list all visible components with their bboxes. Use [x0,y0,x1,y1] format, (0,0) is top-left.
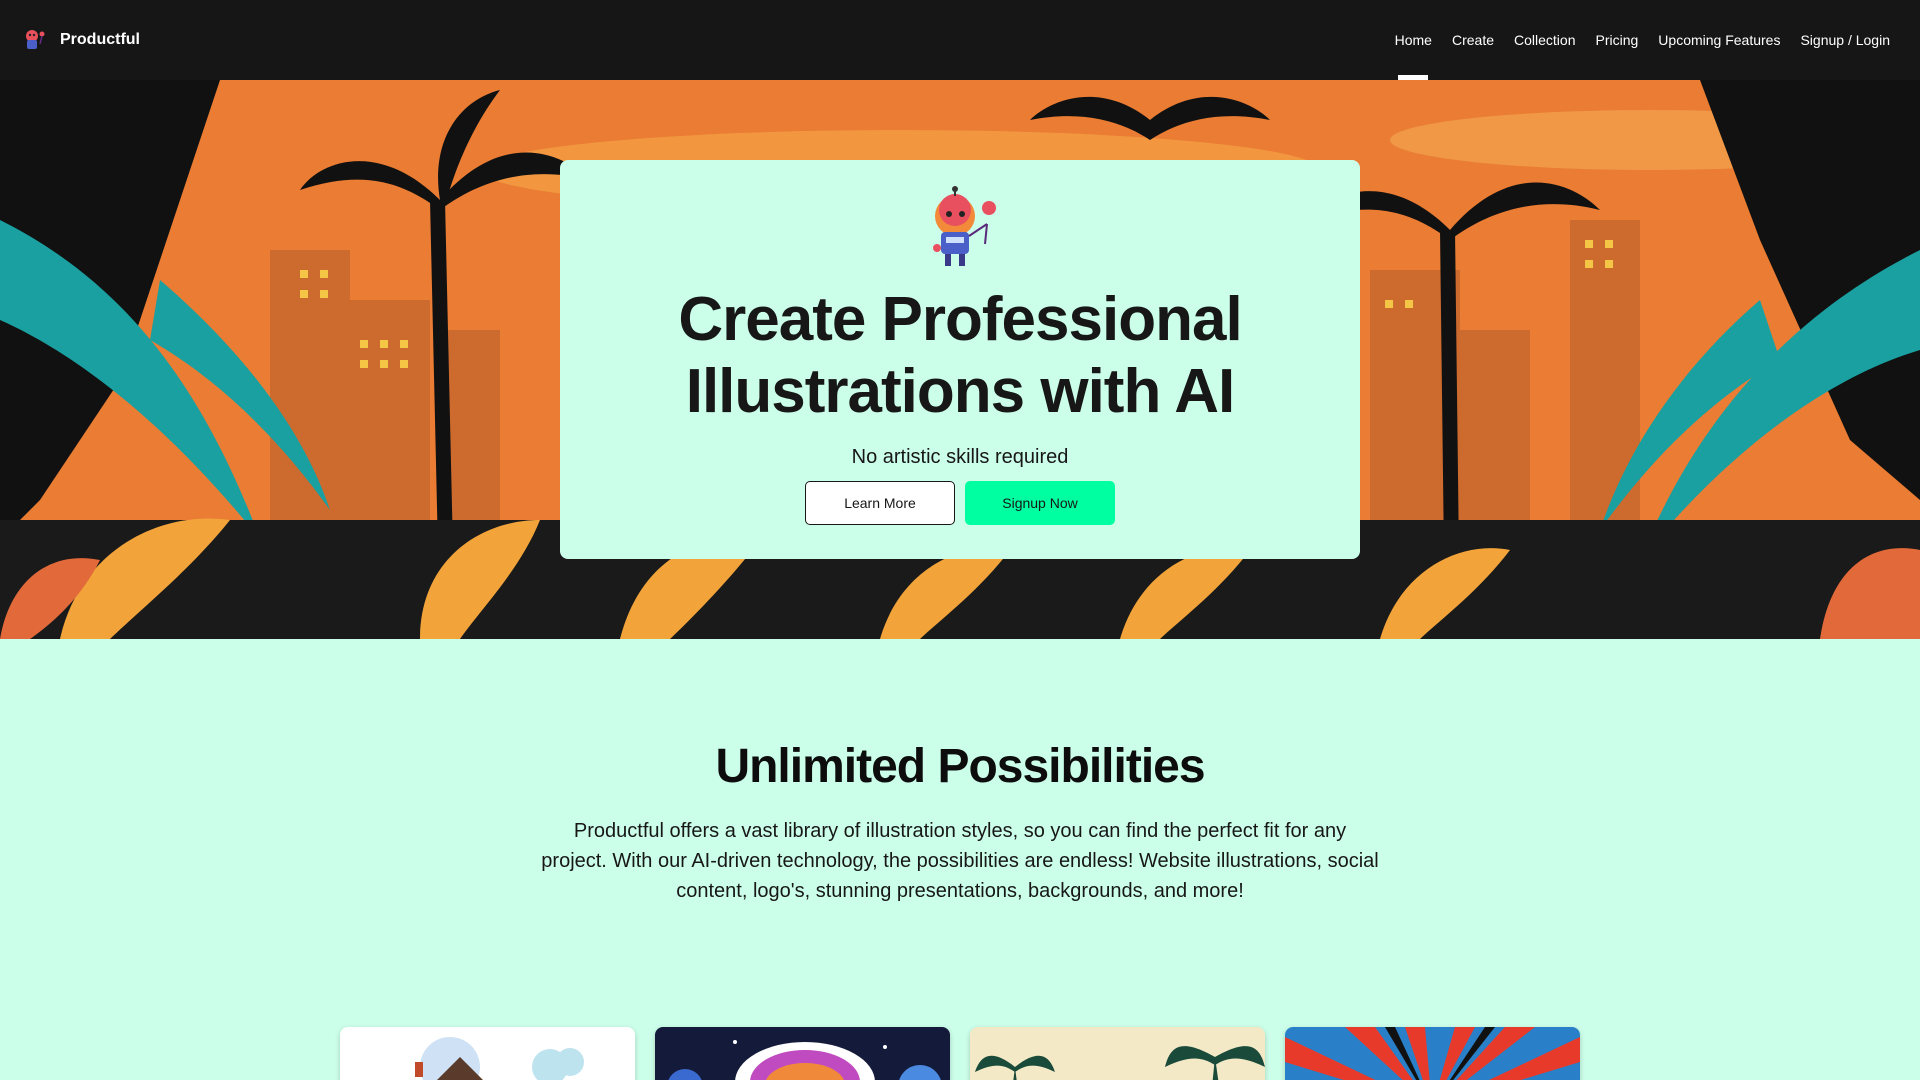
space-image [655,1027,950,1080]
palm-tree-image [970,1027,1265,1080]
brand-name: Productful [60,31,140,48]
nav-home[interactable]: Home [1385,0,1442,80]
section-title: Unlimited Possibilities [715,740,1205,793]
style-cards [340,1027,1580,1080]
style-card-palm-tree[interactable] [970,1027,1265,1080]
hero-section: Create Professional Illustrations with A… [0,80,1920,639]
nav-signup-login[interactable]: Signup / Login [1790,0,1900,80]
hero-buttons: Learn More Signup Now [805,481,1115,525]
watercolor-house-image [340,1027,635,1080]
top-navbar: Productful Home Create Collection Pricin… [0,0,1920,80]
hero-title: Create Professional Illustrations with A… [678,285,1242,426]
hero-card: Create Professional Illustrations with A… [560,160,1360,559]
signup-now-button[interactable]: Signup Now [965,481,1115,525]
robot-logo-icon [26,30,45,49]
nav-collection[interactable]: Collection [1504,0,1585,80]
style-card-pop-art[interactable] [1285,1027,1580,1080]
section-description: Productful offers a vast library of illu… [541,820,1379,902]
hero-subtitle: No artistic skills required [851,446,1069,468]
style-card-space[interactable] [655,1027,950,1080]
nav-create[interactable]: Create [1442,0,1504,80]
robot-mascot-icon [933,186,996,266]
learn-more-button[interactable]: Learn More [805,481,955,525]
nav-pricing[interactable]: Pricing [1586,0,1649,80]
nav-upcoming-features[interactable]: Upcoming Features [1648,0,1790,80]
pop-art-image [1285,1027,1580,1080]
style-card-watercolor-house[interactable] [340,1027,635,1080]
possibilities-section: Unlimited Possibilities Productful offer… [0,639,1920,1080]
brand[interactable]: Productful [20,26,140,54]
nav-links: Home Create Collection Pricing Upcoming … [1385,0,1900,80]
